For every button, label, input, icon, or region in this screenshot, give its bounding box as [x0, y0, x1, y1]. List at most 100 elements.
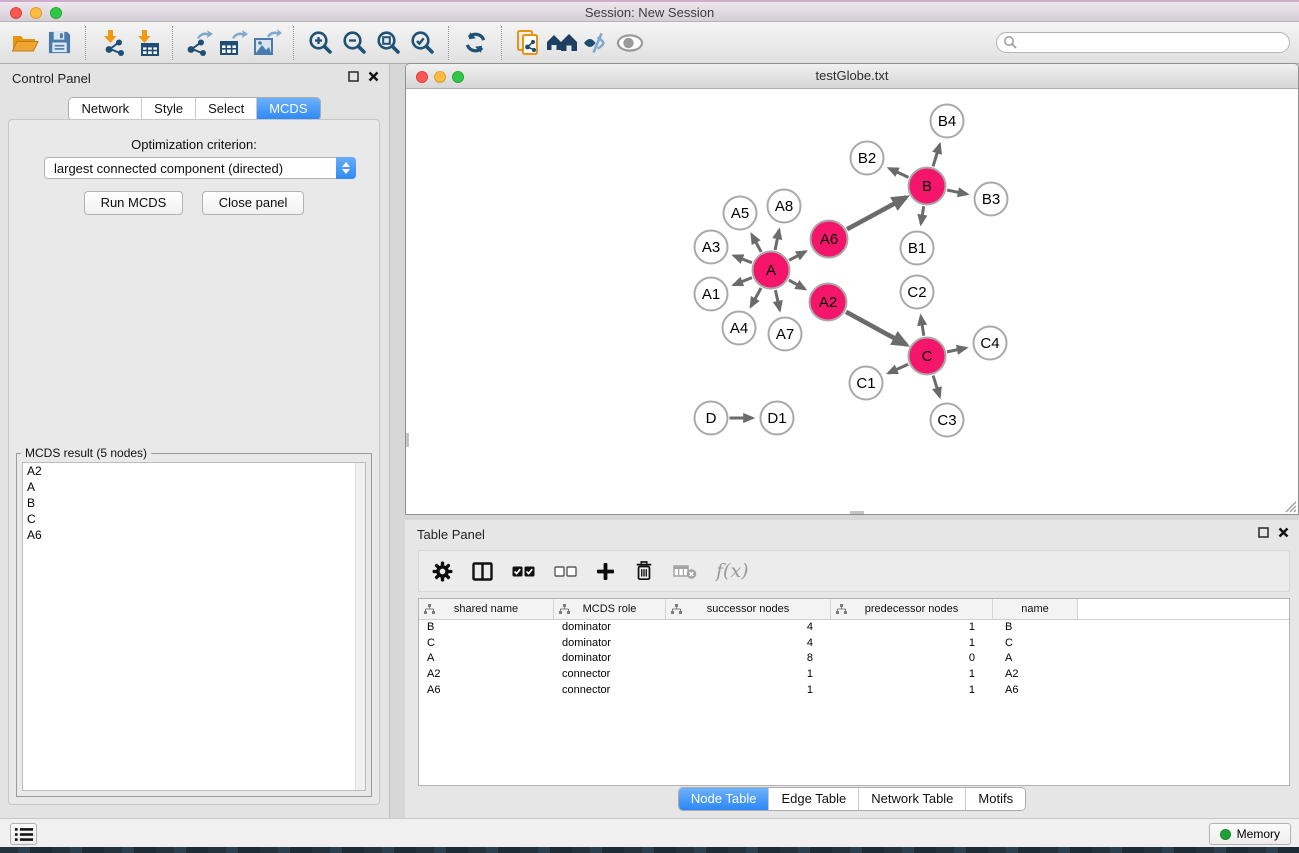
table-cell[interactable]: connector [554, 683, 666, 699]
table-row[interactable]: A6connector11A6 [419, 683, 1289, 699]
add-row-button[interactable] [596, 562, 615, 581]
table-cell[interactable]: 1 [666, 683, 831, 699]
graph-node-C[interactable]: C [909, 338, 946, 375]
table-cell[interactable]: 4 [666, 620, 831, 636]
horizontal-scroll-mark[interactable] [850, 511, 864, 514]
network-overview-button[interactable] [545, 25, 579, 61]
close-panel-icon[interactable] [1278, 527, 1289, 538]
graph-node-C1[interactable]: C1 [850, 367, 883, 400]
graph-node-B3[interactable]: B3 [975, 183, 1008, 216]
graph-node-A7[interactable]: A7 [769, 318, 802, 351]
graph-node-B2[interactable]: B2 [851, 142, 884, 175]
export-image-button[interactable] [250, 25, 284, 61]
graph-node-A8[interactable]: A8 [768, 190, 801, 223]
graph-edge-A-A1[interactable] [734, 278, 752, 285]
graph-edge-A2-C[interactable] [846, 312, 906, 345]
column-header-shared-name[interactable]: shared name [419, 599, 554, 619]
open-session-button[interactable] [8, 25, 42, 61]
vertical-scroll-mark[interactable] [406, 433, 409, 447]
search-input[interactable] [1018, 34, 1289, 51]
table-cell[interactable]: A2 [993, 667, 1078, 683]
column-header-name[interactable]: name [993, 599, 1078, 619]
table-cell[interactable]: A2 [419, 667, 554, 683]
graph-edge-A-A5[interactable] [752, 235, 762, 252]
table-cell[interactable]: B [419, 620, 554, 636]
refresh-button[interactable] [458, 25, 492, 61]
result-scrollbar[interactable] [355, 463, 365, 790]
graph-node-A6[interactable]: A6 [811, 221, 848, 258]
mcds-result-list[interactable]: A2ABCA6 [22, 462, 366, 791]
mcds-result-item[interactable]: B [23, 495, 365, 511]
tab-select[interactable]: Select [195, 98, 256, 120]
mcds-result-item[interactable]: A2 [23, 463, 365, 479]
graph-edge-A-A2[interactable] [789, 280, 805, 289]
memory-button[interactable]: Memory [1209, 823, 1291, 845]
search-field[interactable] [996, 32, 1290, 53]
float-panel-icon[interactable] [1258, 527, 1269, 538]
graph-edge-A-A4[interactable] [751, 288, 761, 307]
network-canvas[interactable]: B4B2BB3A8A5A6B1A3AC2A1A2A4A7C4CC1DD1C3 [406, 90, 1298, 514]
graph-edge-A-A8[interactable] [775, 230, 779, 250]
zoom-out-button[interactable] [337, 25, 371, 61]
graph-node-D1[interactable]: D1 [761, 402, 794, 435]
table-row[interactable]: A2connector11A2 [419, 667, 1289, 683]
graph-node-A5[interactable]: A5 [724, 197, 757, 230]
table-cell[interactable]: A6 [419, 683, 554, 699]
graph-node-A1[interactable]: A1 [695, 278, 728, 311]
table-row[interactable]: Cdominator41C [419, 636, 1289, 652]
zoom-selected-button[interactable] [405, 25, 439, 61]
select-all-button[interactable] [512, 566, 535, 577]
zoom-in-button[interactable] [303, 25, 337, 61]
graph-edge-A-A6[interactable] [789, 251, 806, 260]
table-cell[interactable]: dominator [554, 651, 666, 667]
hide-panels-button[interactable] [579, 25, 613, 61]
graph-node-C3[interactable]: C3 [931, 404, 964, 437]
network-window-titlebar[interactable]: testGlobe.txt [406, 64, 1298, 89]
graph-node-B[interactable]: B [909, 168, 946, 205]
table-cell[interactable]: dominator [554, 636, 666, 652]
run-mcds-button[interactable]: Run MCDS [84, 191, 184, 215]
export-network-button[interactable] [182, 25, 216, 61]
graph-edge-B-B3[interactable] [947, 190, 967, 194]
table-cell[interactable]: 1 [831, 667, 993, 683]
tab-network[interactable]: Network [69, 98, 141, 120]
table-cell[interactable]: B [993, 620, 1078, 636]
table-cell[interactable]: 1 [831, 636, 993, 652]
delete-row-button[interactable] [634, 560, 654, 582]
graph-edge-B-B4[interactable] [933, 144, 940, 166]
table-cell[interactable]: 0 [831, 651, 993, 667]
graph-node-C2[interactable]: C2 [901, 276, 934, 309]
graph-node-B1[interactable]: B1 [901, 232, 934, 265]
close-panel-button[interactable]: Close panel [202, 191, 305, 215]
mcds-result-item[interactable]: C [23, 511, 365, 527]
column-header-predecessor-nodes[interactable]: predecessor nodes [831, 599, 993, 619]
graph-edge-C-C1[interactable] [888, 364, 908, 373]
resize-grip[interactable] [1283, 499, 1297, 513]
graph-node-A[interactable]: A [753, 252, 790, 289]
graph-edge-C-C2[interactable] [921, 316, 924, 336]
table-cell[interactable]: 1 [831, 683, 993, 699]
graph-node-B4[interactable]: B4 [931, 105, 964, 138]
graph-edge-C-C4[interactable] [947, 348, 966, 352]
graph-node-A2[interactable]: A2 [810, 284, 847, 321]
tab-network-table[interactable]: Network Table [858, 788, 965, 810]
graph-node-C4[interactable]: C4 [974, 327, 1007, 360]
criterion-select[interactable]: largest connected component (directed) [44, 157, 356, 179]
task-history-button[interactable] [10, 823, 37, 845]
export-table-button[interactable] [216, 25, 250, 61]
show-column-panel-button[interactable] [472, 562, 493, 581]
column-header-successor-nodes[interactable]: successor nodes [666, 599, 831, 619]
graph-edge-A-A3[interactable] [734, 256, 752, 263]
float-panel-icon[interactable] [348, 71, 359, 82]
table-settings-button[interactable] [432, 561, 453, 582]
graph-edge-A-A7[interactable] [775, 290, 779, 310]
import-table-button[interactable] [129, 25, 163, 61]
tab-motifs[interactable]: Motifs [965, 788, 1025, 810]
duplicate-network-button[interactable] [511, 25, 545, 61]
table-cell[interactable]: 8 [666, 651, 831, 667]
tab-edge-table[interactable]: Edge Table [768, 788, 858, 810]
deselect-all-button[interactable] [554, 566, 577, 577]
mcds-result-item[interactable]: A [23, 479, 365, 495]
save-session-button[interactable] [42, 25, 76, 61]
table-cell[interactable]: A [419, 651, 554, 667]
